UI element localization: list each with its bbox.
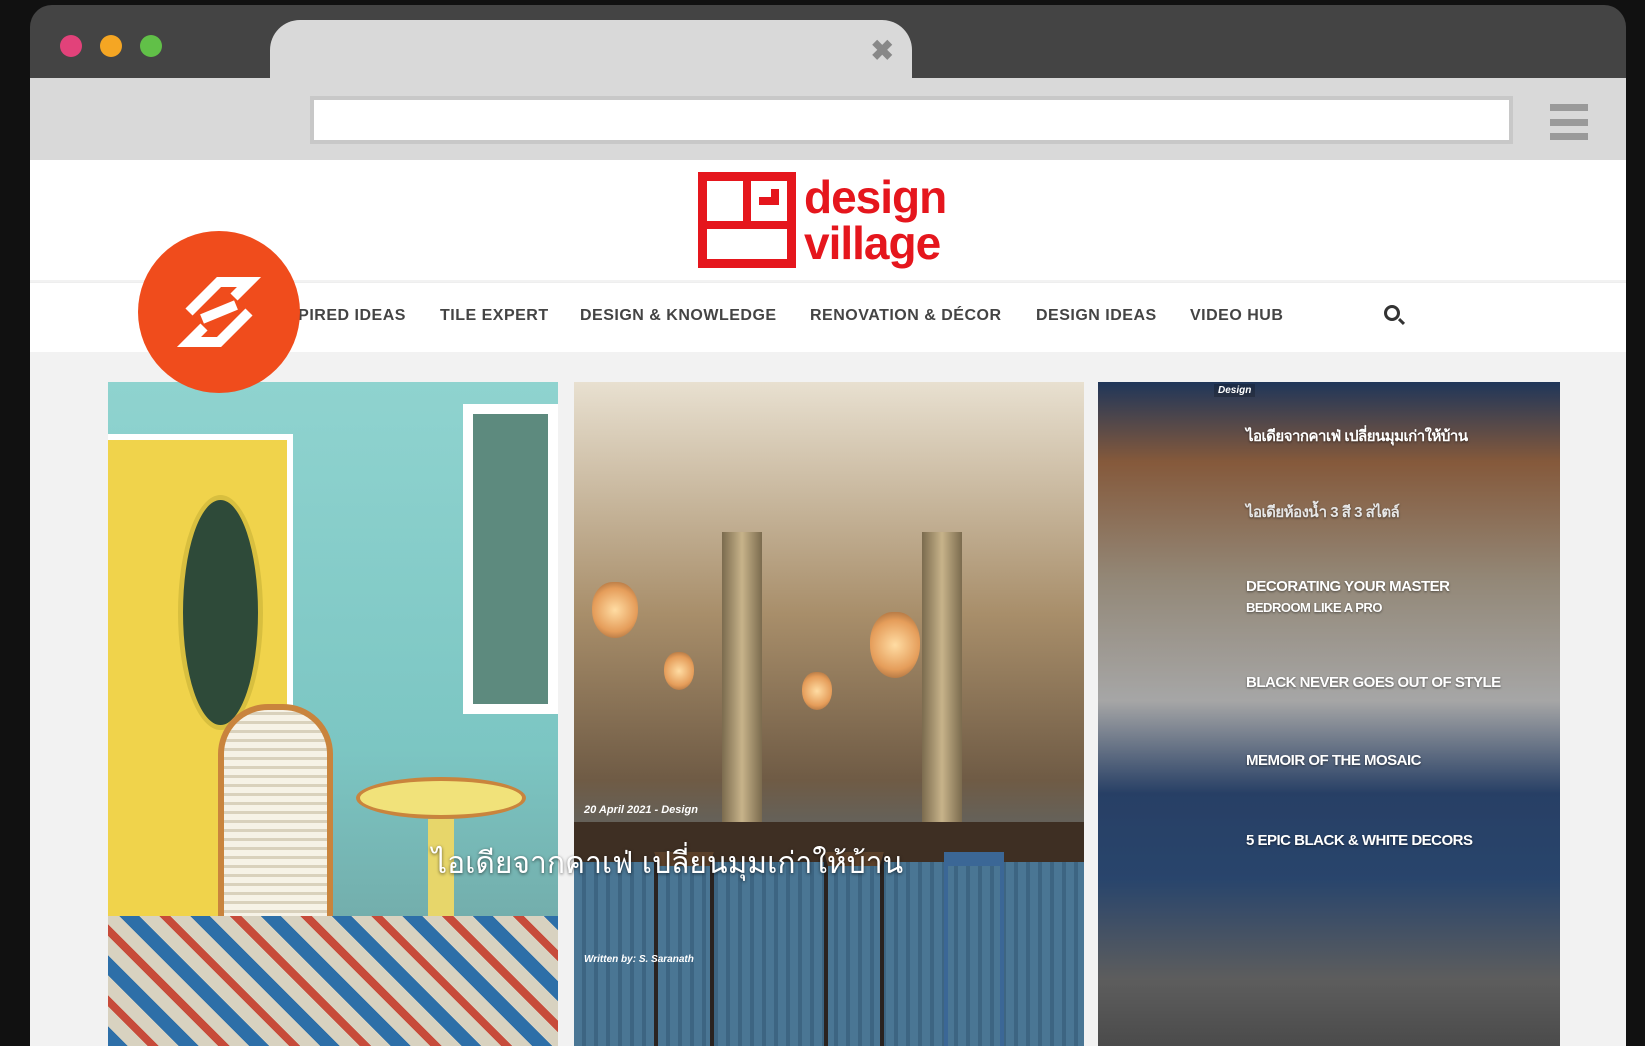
search-icon[interactable] (1384, 305, 1400, 321)
sidebar-article[interactable]: ไอเดียห้องน้ำ 3 สี 3 สไตล์ (1246, 500, 1400, 524)
sidebar-article-subline[interactable]: BEDROOM LIKE A PRO (1246, 600, 1382, 615)
sidebar-article-list: Design ไอเดียจากคาเฟ่ เปลี่ยนมุมเก่าให้บ… (1098, 382, 1560, 1046)
nav-item-design-knowledge[interactable]: DESIGN & KNOWLEDGE (580, 307, 777, 325)
browser-tab[interactable]: ✖ (270, 20, 912, 80)
design-village-logo[interactable]: design village (698, 171, 947, 269)
article-meta: 20 April 2021 - Design (584, 804, 698, 816)
sidebar-article[interactable]: BLACK NEVER GOES OUT OF STYLE (1246, 674, 1501, 691)
patterned-floor (108, 916, 558, 1046)
address-bar[interactable] (310, 96, 1513, 144)
logo-wordmark: design village (804, 171, 947, 269)
nav-item-inspired-ideas[interactable]: SPIRED IDEAS (287, 307, 406, 325)
featured-headline[interactable]: ไอเดียจากคาเฟ่ เปลี่ยนมุมเก่าให้บ้าน (432, 840, 903, 887)
logo-line-1: design (804, 171, 947, 223)
rattan-chair (218, 704, 333, 934)
hero-image-cafe-door[interactable] (108, 382, 558, 1046)
logo-line-2: village (804, 217, 941, 269)
article-byline: Written by: S. Saranath (584, 954, 694, 965)
tab-close-icon[interactable]: ✖ (871, 34, 894, 67)
white-window (463, 404, 558, 714)
maximize-window-dot[interactable] (140, 35, 162, 57)
logo-mark-icon (698, 172, 796, 268)
featured-article-image[interactable]: 20 April 2021 - Design Written by: S. Sa… (574, 382, 1084, 1046)
minimize-window-dot[interactable] (100, 35, 122, 57)
browser-menu-icon[interactable] (1550, 104, 1588, 140)
browser-toolbar (30, 78, 1626, 160)
sidebar-article[interactable]: ไอเดียจากคาเฟ่ เปลี่ยนมุมเก่าให้บ้าน (1246, 424, 1468, 448)
yellow-table (356, 777, 526, 819)
web-page: design village SPIRED IDEAS TILE EXPERT … (30, 160, 1626, 1046)
sidebar-article[interactable]: MEMOIR OF THE MOSAIC (1246, 752, 1422, 769)
brand-badge (138, 231, 300, 393)
close-window-dot[interactable] (60, 35, 82, 57)
nav-item-video-hub[interactable]: VIDEO HUB (1190, 307, 1283, 325)
nav-item-tile-expert[interactable]: TILE EXPERT (440, 307, 549, 325)
sidebar-article[interactable]: DECORATING YOUR MASTER (1246, 578, 1450, 595)
stripes-logo-icon (176, 277, 262, 347)
browser-window: ✖ design village SPIRED IDEAS TILE EXPER… (30, 5, 1626, 1046)
sidebar-article[interactable]: 5 EPIC BLACK & WHITE DECORS (1246, 832, 1473, 849)
nav-item-renovation-decor[interactable]: RENOVATION & DÉCOR (810, 307, 1002, 325)
category-tag[interactable]: Design (1214, 384, 1256, 397)
nav-item-design-ideas[interactable]: DESIGN IDEAS (1036, 307, 1157, 325)
